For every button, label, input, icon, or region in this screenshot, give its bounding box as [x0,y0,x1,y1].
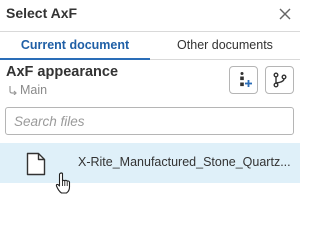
branch-label: Main [20,83,48,97]
dialog-title: Select AxF [6,5,78,21]
search-input[interactable] [5,107,294,135]
appearance-title: AxF appearance [6,64,119,80]
tab-other-documents[interactable]: Other documents [150,32,300,59]
branch-icon [273,72,286,88]
branch-indicator: Main [8,83,47,97]
insert-icon [239,72,252,87]
tab-bar: Current document Other documents [0,32,300,60]
insert-button[interactable] [229,66,258,94]
tab-current-document[interactable]: Current document [0,32,150,60]
file-list-item[interactable]: X-Rite_Manufactured_Stone_Quartz... [0,143,300,183]
document-icon [26,152,46,176]
close-icon[interactable] [278,7,292,21]
dialog-title-bar: Select AxF [0,0,300,32]
create-branch-button[interactable] [265,66,294,94]
branch-icon [9,86,17,95]
file-name: X-Rite_Manufactured_Stone_Quartz... [78,155,291,169]
hand-cursor-icon [55,172,71,194]
